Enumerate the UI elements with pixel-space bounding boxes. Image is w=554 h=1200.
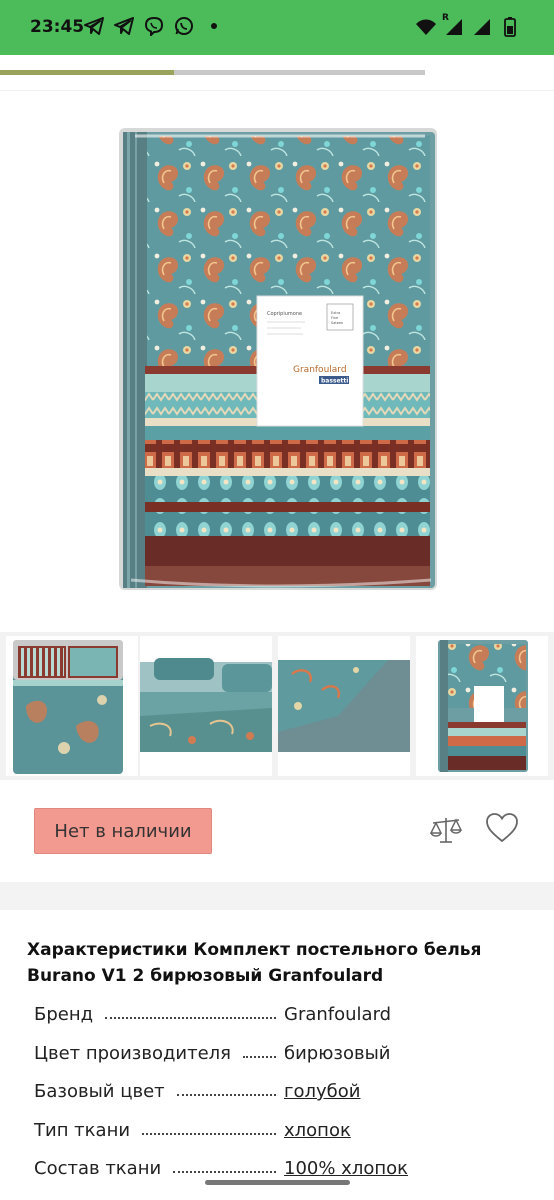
thumbnail-duvet-corner[interactable] xyxy=(278,636,410,776)
system-icons: R xyxy=(416,13,520,37)
wifi-icon xyxy=(416,17,436,37)
spec-value-link[interactable]: голубой xyxy=(284,1081,360,1102)
label-sub-brand: bassetti xyxy=(321,378,348,385)
spec-row: Цвет производителя бирюзовый xyxy=(34,1043,534,1073)
spec-label: Цвет производителя xyxy=(34,1042,231,1064)
spec-leader-dots xyxy=(243,1055,276,1058)
thumbnail-package[interactable] xyxy=(416,636,548,776)
telegram-icon xyxy=(84,16,104,36)
spec-value-link[interactable]: 100% хлопок xyxy=(284,1158,408,1179)
gallery-progress xyxy=(0,70,425,75)
roaming-label: R xyxy=(442,13,449,23)
telegram-icon xyxy=(114,16,134,36)
section-divider xyxy=(0,882,554,910)
spec-leader-dots xyxy=(177,1094,276,1096)
home-indicator[interactable] xyxy=(205,1180,350,1185)
spec-value: бирюзовый xyxy=(284,1042,391,1064)
thumbnail-strip xyxy=(0,632,554,780)
viber-icon xyxy=(144,16,164,36)
svg-text:Extra: Extra xyxy=(331,311,340,315)
label-brand: Granfoulard xyxy=(293,365,347,375)
spec-value: Granfoulard xyxy=(284,1004,392,1025)
svg-text:Sateen: Sateen xyxy=(331,321,343,325)
spec-row: Тип ткани хлопок xyxy=(34,1120,534,1150)
signal-roaming-icon: R xyxy=(442,13,464,37)
heart-icon[interactable] xyxy=(484,810,520,846)
spec-leader-dots xyxy=(142,1132,276,1135)
spec-label: Тип ткани xyxy=(34,1119,131,1141)
spec-row: Бренд Granfoulard xyxy=(34,1004,534,1034)
signal-icon xyxy=(472,17,492,37)
dot-icon xyxy=(204,16,224,36)
spec-label: Базовый цвет xyxy=(34,1081,165,1102)
specs-title: Характеристики Комплект постельного бель… xyxy=(27,940,482,986)
status-bar: 23:45 R xyxy=(0,0,554,55)
spec-value-link[interactable]: хлопок xyxy=(284,1120,351,1141)
spec-label: Состав ткани xyxy=(34,1158,162,1179)
scales-icon[interactable] xyxy=(428,812,464,848)
out-of-stock-button[interactable]: Нет в наличии xyxy=(34,808,212,854)
gallery-progress-fill xyxy=(0,70,175,75)
spec-row: Базовый цвет голубой xyxy=(34,1081,534,1111)
spec-leader-dots xyxy=(105,1017,276,1019)
thumbnail-bedroom[interactable] xyxy=(6,636,138,776)
spec-leader-dots xyxy=(173,1171,276,1173)
status-time: 23:45 xyxy=(30,17,85,37)
svg-text:Fine: Fine xyxy=(331,316,338,320)
thumbnail-pillows[interactable] xyxy=(140,636,272,776)
product-main-image[interactable]: Copripiumone Extra Fine Sateen Granfoula… xyxy=(105,110,450,600)
whatsapp-icon xyxy=(174,16,194,36)
battery-icon xyxy=(500,17,520,37)
notification-icons xyxy=(84,16,224,36)
divider xyxy=(0,90,554,91)
spec-label: Бренд xyxy=(34,1004,94,1025)
label-product-name: Copripiumone xyxy=(267,311,302,317)
